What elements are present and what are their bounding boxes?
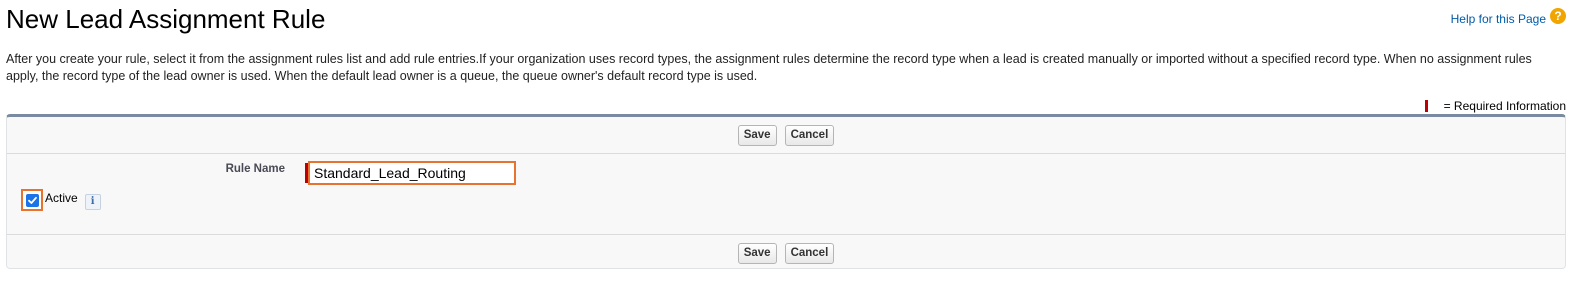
rule-name-input[interactable] <box>308 161 516 185</box>
cancel-button-bottom[interactable]: Cancel <box>784 242 835 264</box>
required-marker-icon <box>1424 100 1428 112</box>
required-legend: = Required Information <box>1424 99 1566 113</box>
help-link[interactable]: Help for this Page <box>1451 12 1546 26</box>
active-checkbox[interactable] <box>21 189 43 211</box>
info-icon[interactable]: i <box>84 194 101 210</box>
page-title: New Lead Assignment Rule <box>6 4 326 34</box>
help-link-container: Help for this Page ? <box>1451 5 1566 26</box>
top-button-row: Save Cancel <box>7 117 1565 154</box>
save-button-top[interactable]: Save <box>737 124 777 146</box>
checkbox-checked-icon <box>25 193 39 207</box>
rule-name-field-wrap <box>305 161 516 185</box>
rule-name-label: Rule Name <box>225 163 285 175</box>
active-field: Active i <box>21 189 101 211</box>
bottom-button-row: Save Cancel <box>7 234 1565 271</box>
cancel-button-top[interactable]: Cancel <box>784 124 835 146</box>
edit-panel: Save Cancel Rule Name Active i Save Canc… <box>6 114 1566 269</box>
save-button-bottom[interactable]: Save <box>737 242 777 264</box>
active-label: Active <box>45 191 78 205</box>
help-question-icon[interactable]: ? <box>1550 7 1566 24</box>
page: New Lead Assignment Rule Help for this P… <box>0 0 1590 281</box>
required-legend-text: = Required Information <box>1443 99 1566 113</box>
page-description: After you create your rule, select it fr… <box>6 52 1532 83</box>
